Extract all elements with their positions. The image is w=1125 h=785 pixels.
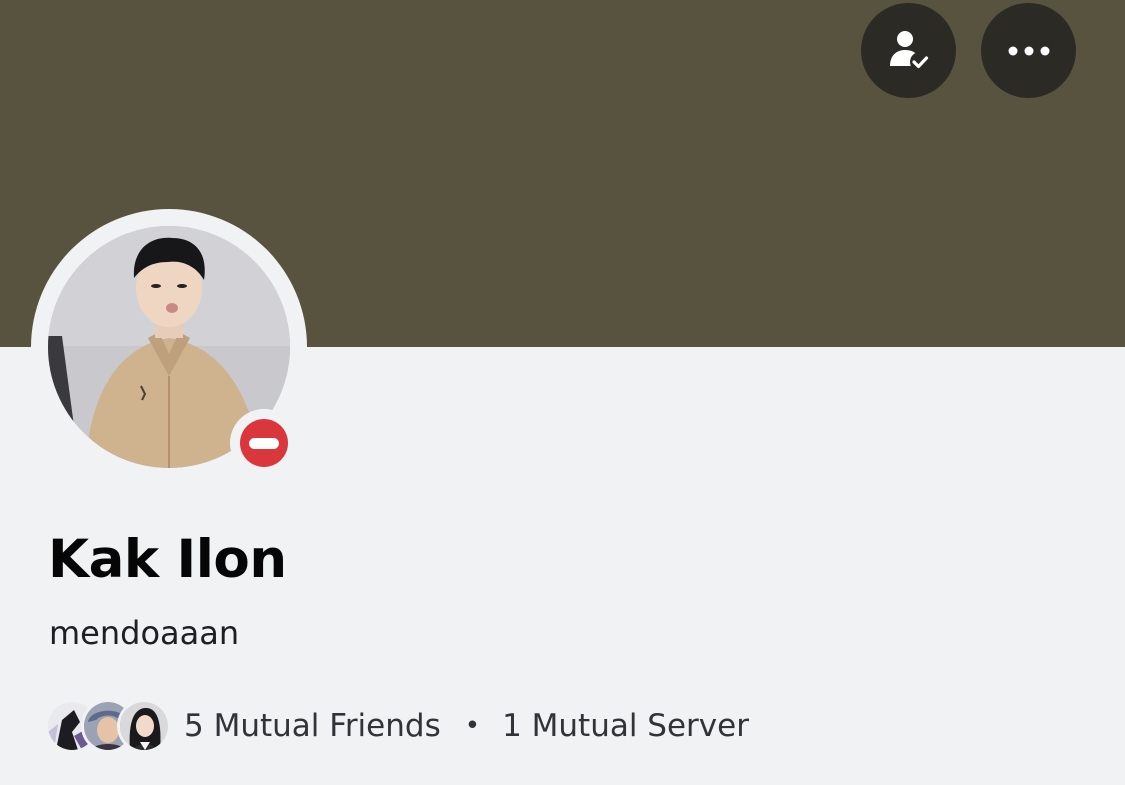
display-name: Kak Ilon bbox=[48, 529, 287, 590]
more-options-button[interactable] bbox=[981, 3, 1076, 98]
mutual-friends-avatars[interactable] bbox=[48, 702, 168, 750]
more-dots-icon bbox=[1008, 46, 1049, 55]
mutual-friend-avatar bbox=[120, 702, 168, 750]
separator-dot: • bbox=[464, 711, 481, 741]
dnd-status-icon bbox=[240, 419, 288, 467]
mutual-friends-link[interactable]: 5 Mutual Friends bbox=[184, 708, 441, 744]
friend-status-button[interactable] bbox=[861, 3, 956, 98]
username: mendoaaan bbox=[49, 614, 240, 652]
status-indicator bbox=[230, 409, 298, 477]
mutuals-row: 5 Mutual Friends • 1 Mutual Server bbox=[48, 702, 749, 750]
mutual-servers-link[interactable]: 1 Mutual Server bbox=[502, 708, 749, 744]
friend-check-icon bbox=[889, 30, 930, 72]
